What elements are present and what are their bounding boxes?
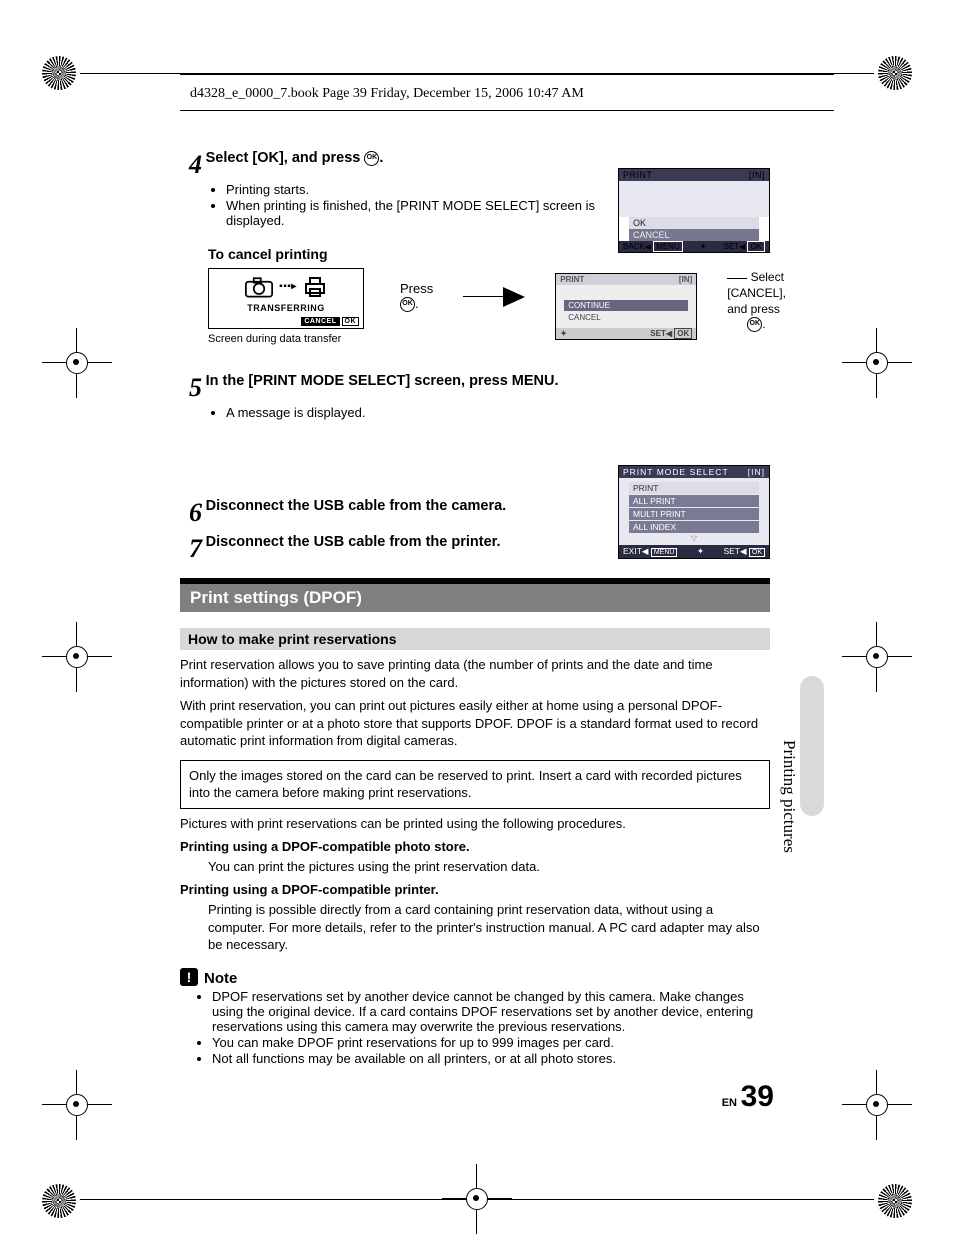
transferring-label: TRANSFERRING bbox=[209, 303, 363, 313]
lcd-ok-label: OK bbox=[674, 328, 692, 339]
register-target-icon bbox=[62, 1090, 92, 1120]
step-5: 5 In the [PRINT MODE SELECT] screen, pre… bbox=[180, 373, 770, 420]
step-bullet: When printing is finished, the [PRINT MO… bbox=[226, 198, 620, 228]
paragraph: With print reservation, you can print ou… bbox=[180, 697, 770, 750]
procedure-title: Printing using a DPOF-compatible printer… bbox=[180, 881, 770, 899]
arrow-dots-icon: ▪▪▪▸ bbox=[279, 276, 297, 298]
note-icon: ! bbox=[180, 968, 198, 986]
lcd-transferring: ▪▪▪▸ TRANSFERRING CANCEL OK bbox=[208, 268, 364, 329]
section-side-label: Printing pictures bbox=[779, 740, 799, 853]
boxed-note: Only the images stored on the card can b… bbox=[180, 760, 770, 809]
step-title-tail: . bbox=[379, 150, 383, 166]
header-rule bbox=[180, 110, 834, 111]
crop-mark-icon bbox=[878, 1184, 912, 1218]
lcd-set-label: SET bbox=[650, 329, 666, 338]
step-title: Select [OK], and press bbox=[206, 150, 365, 166]
step-number: 5 bbox=[180, 373, 202, 403]
lcd-continue-cancel: PRINT[IN] CONTINUE CANCEL ✦ SET◀ OK bbox=[555, 273, 697, 340]
ok-func-button-icon: OK bbox=[747, 317, 762, 332]
note-item: Not all functions may be available on al… bbox=[212, 1051, 770, 1066]
procedure-body: You can print the pictures using the pri… bbox=[208, 858, 770, 876]
note-item: DPOF reservations set by another device … bbox=[212, 989, 770, 1034]
press-label: Press bbox=[400, 281, 433, 296]
step-title: Disconnect the USB cable from the camera… bbox=[206, 498, 507, 514]
subsection-title: How to make print reservations bbox=[180, 628, 770, 650]
crop-mark-icon bbox=[42, 1184, 76, 1218]
cancel-mini-label: CANCEL bbox=[301, 317, 339, 326]
content-column: 4 Select [OK], and press OK. Printing st… bbox=[180, 150, 770, 1067]
procedure-body: Printing is possible directly from a car… bbox=[208, 901, 770, 954]
register-target-icon bbox=[62, 642, 92, 672]
register-target-icon bbox=[862, 642, 892, 672]
lcd-storage-indicator: [IN] bbox=[679, 275, 692, 284]
step-number: 4 bbox=[180, 150, 202, 180]
procedure-title: Printing using a DPOF-compatible photo s… bbox=[180, 838, 770, 856]
section-title: Print settings (DPOF) bbox=[180, 584, 770, 612]
lcd-option-cancel: CANCEL bbox=[564, 312, 688, 323]
lcd-option-continue: CONTINUE bbox=[564, 300, 688, 311]
section-heading: Print settings (DPOF) bbox=[180, 578, 770, 612]
thumb-tab bbox=[800, 676, 824, 816]
ok-func-button-icon: OK bbox=[364, 151, 379, 166]
register-target-icon bbox=[862, 348, 892, 378]
crop-mark-icon bbox=[878, 56, 912, 90]
leader-line bbox=[727, 278, 747, 279]
register-target-icon bbox=[462, 1184, 492, 1214]
arrow-right-icon bbox=[503, 287, 525, 307]
printer-icon bbox=[303, 275, 327, 299]
ok-func-button-icon: OK bbox=[400, 297, 415, 312]
step-number: 6 bbox=[180, 498, 202, 528]
cancel-instruction-tail: . bbox=[762, 317, 765, 331]
camera-icon bbox=[245, 276, 273, 298]
note-block: ! Note DPOF reservations set by another d… bbox=[180, 968, 770, 1066]
paragraph: Pictures with print reservations can be … bbox=[180, 815, 770, 833]
running-header: d4328_e_0000_7.book Page 39 Friday, Dece… bbox=[190, 86, 584, 102]
paragraph: Print reservation allows you to save pri… bbox=[180, 656, 770, 691]
register-target-icon bbox=[62, 348, 92, 378]
step-title: Disconnect the USB cable from the printe… bbox=[206, 534, 501, 550]
step-6: 6 Disconnect the USB cable from the came… bbox=[180, 498, 770, 528]
step-number: 7 bbox=[180, 534, 202, 564]
transfer-caption: Screen during data transfer bbox=[208, 333, 364, 345]
step-title-tail: . bbox=[555, 373, 559, 389]
page-num: 39 bbox=[741, 1080, 774, 1113]
note-label: Note bbox=[204, 970, 237, 987]
cancel-printing-row: ▪▪▪▸ TRANSFERRING CANCEL OK Screen durin… bbox=[208, 268, 770, 345]
lcd-title: PRINT bbox=[560, 275, 584, 284]
ok-mini-label: OK bbox=[342, 317, 360, 326]
step-bullet: Printing starts. bbox=[226, 182, 620, 197]
crop-mark-icon bbox=[42, 56, 76, 90]
page-lang: EN bbox=[722, 1097, 737, 1109]
menu-button-label: MENU bbox=[512, 373, 555, 389]
page-number: EN 39 bbox=[722, 1080, 774, 1114]
step-4: 4 Select [OK], and press OK. Printing st… bbox=[180, 150, 770, 228]
lcd-nav-icon: ✦ bbox=[560, 329, 567, 338]
subheading-cancel: To cancel printing bbox=[208, 246, 770, 262]
step-bullet: A message is displayed. bbox=[226, 405, 770, 420]
step-7: 7 Disconnect the USB cable from the prin… bbox=[180, 534, 770, 564]
manual-page: d4328_e_0000_7.book Page 39 Friday, Dece… bbox=[0, 0, 954, 1258]
register-target-icon bbox=[862, 1090, 892, 1120]
note-item: You can make DPOF print reservations for… bbox=[212, 1035, 770, 1050]
header-rule bbox=[180, 74, 834, 75]
step-title: In the [PRINT MODE SELECT] screen, press bbox=[206, 373, 512, 389]
